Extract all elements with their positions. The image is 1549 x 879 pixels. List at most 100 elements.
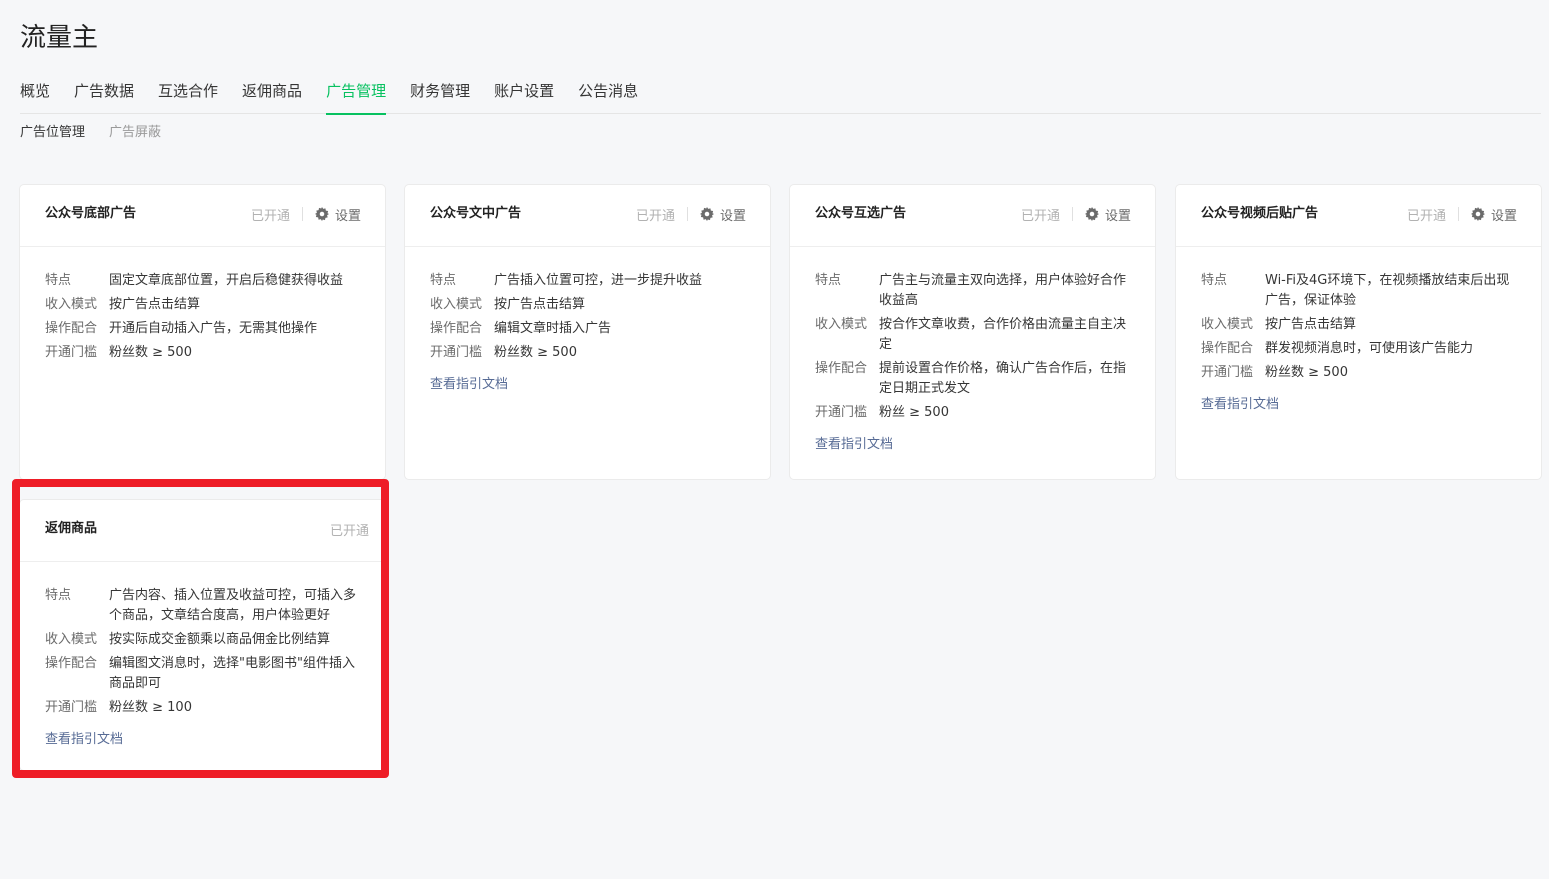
row-value: 粉丝数 ≥ 500 [1265, 365, 1348, 380]
row-value: 广告主与流量主双向选择，用户体验好合作收益高 [879, 273, 1127, 308]
feature-row: 特点 广告插入位置可控，进一步提升收益 [430, 271, 745, 291]
feature-row: 特点 Wi-Fi及4G环境下，在视频播放结束后出现广告，保证体验 [1201, 271, 1516, 311]
sub-tabs: 广告位管理 广告屏蔽 [20, 124, 185, 142]
row-label: 开通门槛 [1201, 365, 1254, 380]
card-title: 公众号底部广告 [45, 206, 137, 221]
status-badge: 已开通 [1406, 208, 1446, 224]
gear-icon [1470, 207, 1485, 221]
card-actions: 已开通 设置 [1020, 205, 1131, 224]
tab-mutual-selection[interactable]: 互选合作 [158, 72, 218, 114]
guide-doc-link[interactable]: 查看指引文档 [430, 375, 508, 395]
income-row: 收入模式 按合作文章收费，合作价格由流量主自主决定 [815, 315, 1130, 355]
threshold-row: 开通门槛 粉丝数 ≥ 500 [430, 343, 745, 363]
row-label: 开通门槛 [45, 700, 98, 715]
tab-finance[interactable]: 财务管理 [410, 72, 470, 114]
row-label: 开通门槛 [45, 345, 98, 360]
operation-row: 操作配合 编辑文章时插入广告 [430, 319, 745, 339]
guide-doc-link[interactable]: 查看指引文档 [45, 730, 123, 750]
subtab-ad-slot-management[interactable]: 广告位管理 [20, 124, 85, 142]
threshold-row: 开通门槛 粉丝 ≥ 500 [815, 403, 1130, 423]
card-actions: 已开通 设置 [636, 205, 746, 224]
row-value: 群发视频消息时，可使用该广告能力 [1265, 341, 1474, 356]
threshold-row: 开通门槛 粉丝数 ≥ 100 [45, 698, 360, 718]
ad-card-in-article: 公众号文中广告 已开通 设置 特点 广告插入位置可控，进一步提升收益 收入模式 按广… [405, 185, 770, 479]
guide-doc-link[interactable]: 查看指引文档 [1201, 395, 1279, 415]
gear-icon [1084, 207, 1099, 221]
row-label: 操作配合 [815, 361, 868, 376]
status-badge: 已开通 [329, 523, 369, 539]
row-value: 按广告点击结算 [1265, 317, 1357, 332]
row-value: 固定文章底部位置，开启后稳健获得收益 [109, 273, 344, 288]
tab-ad-data[interactable]: 广告数据 [74, 72, 134, 114]
feature-row: 特点 固定文章底部位置，开启后稳健获得收益 [45, 271, 360, 291]
card-body: 特点 广告主与流量主双向选择，用户体验好合作收益高 收入模式 按合作文章收费，合作价… [790, 247, 1155, 455]
operation-row: 操作配合 编辑图文消息时，选择"电影图书"组件插入商品即可 [45, 654, 360, 694]
settings-label: 设置 [1104, 208, 1131, 224]
gear-icon [314, 207, 329, 221]
settings-label: 设置 [1490, 208, 1517, 224]
row-label: 特点 [1201, 273, 1228, 288]
page-header: 流量主 概览 广告数据 互选合作 返佣商品 广告管理 财务管理 账户设置 公告消… [0, 0, 1549, 160]
card-header: 公众号文中广告 已开通 设置 [405, 185, 770, 247]
tab-account-settings[interactable]: 账户设置 [494, 72, 554, 114]
operation-row: 操作配合 提前设置合作价格，确认广告合作后，在指定日期正式发文 [815, 359, 1130, 399]
settings-button[interactable]: 设置 [314, 205, 361, 224]
row-value: Wi-Fi及4G环境下，在视频播放结束后出现广告，保证体验 [1265, 273, 1510, 308]
row-label: 操作配合 [1201, 341, 1254, 356]
main-tabs: 概览 广告数据 互选合作 返佣商品 广告管理 财务管理 账户设置 公告消息 [20, 72, 1541, 115]
row-value: 编辑文章时插入广告 [494, 321, 612, 336]
card-actions: 已开通 [329, 520, 369, 539]
row-value: 按广告点击结算 [494, 297, 586, 312]
income-row: 收入模式 按广告点击结算 [430, 295, 745, 315]
row-value: 粉丝数 ≥ 500 [109, 345, 192, 360]
row-value: 广告插入位置可控，进一步提升收益 [494, 273, 703, 288]
subtab-ad-blocking[interactable]: 广告屏蔽 [109, 124, 161, 142]
ad-card-video-post-roll: 公众号视频后贴广告 已开通 设置 特点 Wi-Fi及4G环境下，在视频播放结束后出… [1176, 185, 1541, 479]
settings-button[interactable]: 设置 [1470, 205, 1517, 224]
row-label: 开通门槛 [430, 345, 483, 360]
card-actions: 已开通 设置 [250, 205, 361, 224]
row-label: 操作配合 [45, 321, 98, 336]
status-badge: 已开通 [1020, 208, 1060, 224]
card-title: 返佣商品 [45, 521, 98, 536]
row-value: 按合作文章收费，合作价格由流量主自主决定 [879, 317, 1127, 352]
ad-card-mutual-selection: 公众号互选广告 已开通 设置 特点 广告主与流量主双向选择，用户体验好合作收益高 … [790, 185, 1155, 479]
row-label: 特点 [430, 273, 457, 288]
card-header: 公众号底部广告 已开通 设置 [20, 185, 385, 247]
card-body: 特点 广告内容、插入位置及收益可控，可插入多个商品，文章结合度高，用户体验更好 收… [20, 562, 385, 750]
operation-row: 操作配合 群发视频消息时，可使用该广告能力 [1201, 339, 1516, 359]
income-row: 收入模式 按广告点击结算 [45, 295, 360, 315]
guide-doc-link[interactable]: 查看指引文档 [815, 435, 893, 455]
tab-overview[interactable]: 概览 [20, 72, 50, 114]
income-row: 收入模式 按广告点击结算 [1201, 315, 1516, 335]
status-badge: 已开通 [250, 208, 290, 224]
card-body: 特点 广告插入位置可控，进一步提升收益 收入模式 按广告点击结算 操作配合 编辑文章时… [405, 247, 770, 395]
row-label: 开通门槛 [815, 405, 868, 420]
page-title: 流量主 [20, 23, 99, 53]
divider [686, 207, 688, 221]
row-label: 收入模式 [1201, 317, 1254, 332]
tab-ad-management[interactable]: 广告管理 [326, 72, 387, 115]
row-label: 操作配合 [45, 656, 98, 671]
settings-button[interactable]: 设置 [699, 205, 746, 224]
row-value: 粉丝数 ≥ 500 [494, 345, 577, 360]
row-value: 提前设置合作价格，确认广告合作后，在指定日期正式发文 [879, 361, 1127, 396]
tab-commission-goods[interactable]: 返佣商品 [242, 72, 302, 114]
row-value: 开通后自动插入广告，无需其他操作 [109, 321, 318, 336]
row-label: 特点 [815, 273, 842, 288]
card-header: 返佣商品 已开通 [20, 500, 385, 562]
threshold-row: 开通门槛 粉丝数 ≥ 500 [45, 343, 360, 363]
income-row: 收入模式 按实际成交金额乘以商品佣金比例结算 [45, 630, 360, 650]
card-title: 公众号文中广告 [430, 206, 522, 221]
feature-row: 特点 广告主与流量主双向选择，用户体验好合作收益高 [815, 271, 1130, 311]
card-header: 公众号互选广告 已开通 设置 [790, 185, 1155, 247]
card-header: 公众号视频后贴广告 已开通 设置 [1176, 185, 1541, 247]
row-label: 操作配合 [430, 321, 483, 336]
row-value: 按广告点击结算 [109, 297, 201, 312]
ad-card-bottom: 公众号底部广告 已开通 设置 特点 固定文章底部位置，开启后稳健获得收益 收入模式… [20, 185, 385, 479]
row-label: 收入模式 [430, 297, 483, 312]
card-body: 特点 固定文章底部位置，开启后稳健获得收益 收入模式 按广告点击结算 操作配合 开通后… [20, 247, 385, 363]
tab-announcements[interactable]: 公告消息 [578, 72, 638, 114]
settings-label: 设置 [334, 208, 361, 224]
settings-button[interactable]: 设置 [1084, 205, 1131, 224]
